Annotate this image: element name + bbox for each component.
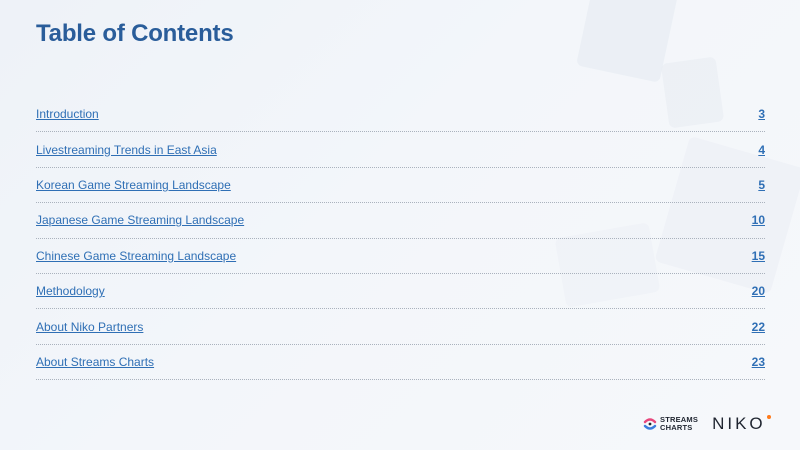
toc-link-korean-landscape[interactable]: Korean Game Streaming Landscape (36, 178, 231, 192)
toc-row: Livestreaming Trends in East Asia 4 (36, 132, 765, 168)
niko-logo-dot-icon (766, 415, 771, 419)
toc-row: Introduction 3 (36, 97, 765, 133)
toc-link-about-streams-charts[interactable]: About Streams Charts (36, 355, 154, 369)
toc-link-introduction[interactable]: Introduction (36, 107, 99, 121)
toc-page-number[interactable]: 15 (752, 249, 765, 263)
toc-row: About Niko Partners 22 (36, 309, 765, 345)
footer-logos: STREAMS CHARTS NIKO (643, 414, 771, 434)
niko-logo: NIKO (712, 414, 771, 434)
toc-page-number[interactable]: 10 (752, 213, 765, 227)
streams-charts-icon (643, 418, 657, 430)
toc-page-number[interactable]: 20 (752, 284, 765, 298)
toc-link-japanese-landscape[interactable]: Japanese Game Streaming Landscape (36, 213, 244, 227)
toc-link-methodology[interactable]: Methodology (36, 284, 105, 298)
toc-page-number[interactable]: 4 (758, 143, 765, 157)
toc-row: Methodology 20 (36, 274, 765, 310)
niko-logo-text: NIKO (712, 414, 766, 433)
toc-row: Chinese Game Streaming Landscape 15 (36, 239, 765, 274)
toc-link-chinese-landscape[interactable]: Chinese Game Streaming Landscape (36, 249, 236, 263)
toc-link-about-niko[interactable]: About Niko Partners (36, 320, 143, 334)
toc-row: Japanese Game Streaming Landscape 10 (36, 203, 765, 239)
toc-link-livestreaming-trends[interactable]: Livestreaming Trends in East Asia (36, 143, 217, 157)
toc-page-number[interactable]: 5 (758, 178, 765, 192)
toc-row: About Streams Charts 23 (36, 345, 765, 381)
table-of-contents: Introduction 3 Livestreaming Trends in E… (36, 97, 765, 381)
toc-page-number[interactable]: 22 (752, 320, 765, 334)
page-title: Table of Contents (36, 20, 234, 47)
charts-logo-text: CHARTS (660, 423, 693, 432)
toc-page-number[interactable]: 3 (758, 107, 765, 121)
toc-page-number[interactable]: 23 (752, 355, 765, 369)
streams-charts-logo: STREAMS CHARTS (643, 416, 698, 432)
toc-row: Korean Game Streaming Landscape 5 (36, 168, 765, 204)
